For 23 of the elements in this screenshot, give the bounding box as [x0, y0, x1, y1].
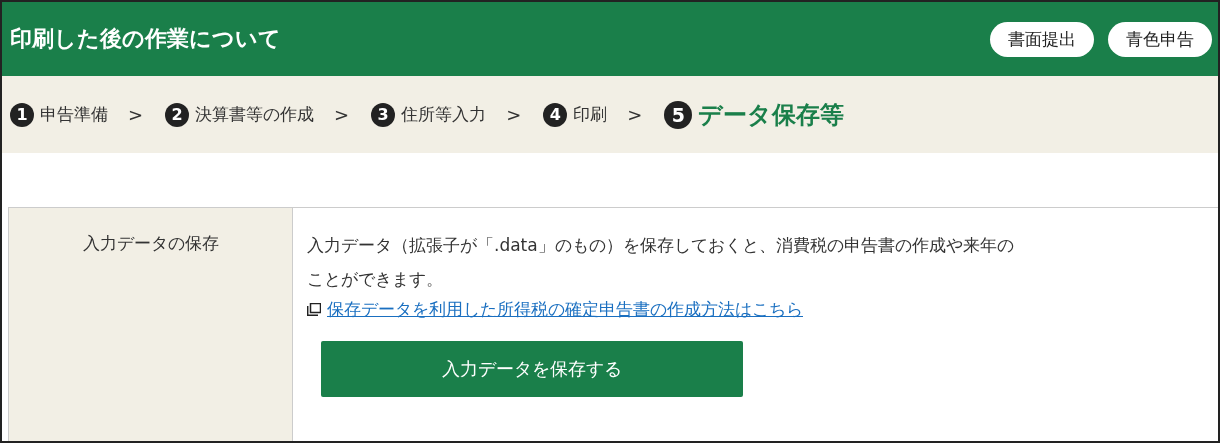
chevron-icon: >	[627, 104, 643, 125]
description-text: ことができます。	[307, 268, 443, 291]
step-label: 1 申告準備	[10, 102, 108, 127]
step-label: 3 住所等入力	[371, 102, 487, 127]
description-text: 入力データ（拡張子が「.data」のもの）を保存しておくと、消費税の申告書の作成や来年の	[307, 234, 1014, 257]
step-number: 4	[543, 102, 568, 127]
page-title: 印刷した後の作業について	[10, 25, 281, 53]
help-link[interactable]: 保存データを利用した所得税の確定申告書の作成方法はこちら	[327, 298, 803, 321]
step-label: 2 決算書等の作成	[165, 102, 315, 127]
row-heading: 入力データの保存	[82, 233, 219, 253]
chevron-icon: >	[506, 104, 522, 125]
chevron-icon: >	[334, 104, 350, 125]
step-label: 5 データ保存等	[664, 98, 845, 131]
step-number: 5	[664, 100, 693, 129]
step-number: 3	[371, 102, 396, 127]
new-window-icon	[307, 303, 321, 316]
chevron-icon: >	[128, 104, 144, 125]
step-number: 2	[165, 102, 190, 127]
step-label: 4 印刷	[543, 102, 608, 127]
save-button[interactable]: 入力データを保存する	[321, 341, 743, 397]
header-button[interactable]: 青色申告	[1108, 21, 1212, 57]
step-number: 1	[10, 102, 34, 127]
header-button[interactable]: 書面提出	[990, 21, 1094, 57]
